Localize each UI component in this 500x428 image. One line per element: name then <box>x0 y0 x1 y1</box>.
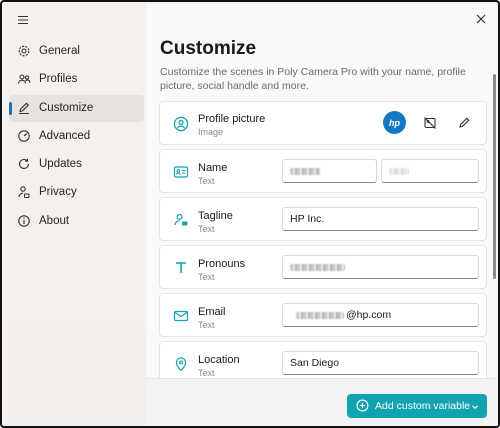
active-indicator <box>9 102 12 115</box>
first-name-field[interactable] <box>282 159 377 183</box>
page-title: Customize <box>160 38 257 59</box>
gear-icon <box>17 44 31 58</box>
footer-bar: Add custom variable <box>146 378 498 426</box>
sidebar-item-about[interactable]: About <box>9 208 144 235</box>
redacted-value <box>389 167 409 175</box>
add-button-label: Add custom variable <box>375 400 471 412</box>
email-type: Text <box>198 320 215 330</box>
pronouns-card: Pronouns Text <box>159 245 487 289</box>
sidebar-item-general[interactable]: General <box>9 38 144 65</box>
location-pin-icon <box>173 356 189 372</box>
name-card: Name Text <box>159 149 487 193</box>
tagline-field[interactable]: HP Inc. <box>282 207 479 231</box>
add-circle-icon <box>356 399 369 412</box>
page-subtitle: Customize the scenes in Poly Camera Pro … <box>160 66 466 92</box>
sidebar-item-customize[interactable]: Customize <box>9 95 144 122</box>
tagline-card: Tagline Text HP Inc. <box>159 197 487 241</box>
person-badge-icon <box>173 212 189 228</box>
mail-icon <box>173 308 189 324</box>
sidebar-item-label: Profiles <box>39 73 78 85</box>
profile-icon <box>173 116 189 132</box>
sidebar-item-updates[interactable]: Updates <box>9 151 144 178</box>
sidebar-item-privacy[interactable]: Privacy <box>9 179 144 206</box>
profile-picture-type: Image <box>198 127 224 137</box>
text-icon <box>173 260 189 276</box>
remove-image-icon[interactable] <box>423 116 437 130</box>
edit-icon[interactable] <box>457 116 471 130</box>
redacted-value <box>290 263 345 271</box>
pen-icon <box>17 101 31 115</box>
name-type: Text <box>198 176 215 186</box>
sidebar-item-label: Updates <box>39 158 82 170</box>
sidebar-item-label: About <box>39 215 70 227</box>
main-panel: Customize Customize the scenes in Poly C… <box>146 4 498 426</box>
avatar: hp <box>383 111 406 134</box>
profile-picture-card: Profile picture Image hp <box>159 101 487 145</box>
pronouns-title: Pronouns <box>198 258 246 270</box>
scrollbar[interactable] <box>493 74 496 279</box>
pronouns-field[interactable] <box>282 255 479 279</box>
redacted-value <box>290 167 320 175</box>
id-card-icon <box>173 164 189 180</box>
chevron-down-icon[interactable] <box>471 402 479 410</box>
location-field[interactable]: San Diego <box>282 351 479 375</box>
tagline-type: Text <box>198 224 215 234</box>
info-icon <box>17 214 31 228</box>
person-lock-icon <box>17 185 31 199</box>
email-card: Email Text @hp.com <box>159 293 487 337</box>
sidebar-item-label: Privacy <box>39 186 77 198</box>
sidebar-item-label: Customize <box>39 102 94 114</box>
pronouns-type: Text <box>198 272 215 282</box>
last-name-field[interactable] <box>381 159 479 183</box>
sidebar: General Profiles Customize Advanced Upda… <box>4 4 146 426</box>
sidebar-item-label: General <box>39 45 80 57</box>
people-icon <box>17 72 31 86</box>
sidebar-item-profiles[interactable]: Profiles <box>9 66 144 93</box>
refresh-icon <box>17 157 31 171</box>
email-title: Email <box>198 306 226 318</box>
name-title: Name <box>198 162 228 174</box>
gauge-icon <box>17 129 31 143</box>
app-window: General Profiles Customize Advanced Upda… <box>0 0 500 428</box>
hamburger-icon[interactable] <box>16 13 30 27</box>
sidebar-item-label: Advanced <box>39 130 91 142</box>
location-title: Location <box>198 354 240 366</box>
add-custom-variable-button[interactable]: Add custom variable <box>347 394 487 418</box>
redacted-value <box>296 311 344 319</box>
location-type: Text <box>198 368 215 378</box>
sidebar-item-advanced[interactable]: Advanced <box>9 123 144 150</box>
profile-picture-title: Profile picture <box>198 113 266 125</box>
tagline-title: Tagline <box>198 210 233 222</box>
close-icon[interactable] <box>474 12 488 26</box>
email-field[interactable]: @hp.com <box>282 303 479 327</box>
